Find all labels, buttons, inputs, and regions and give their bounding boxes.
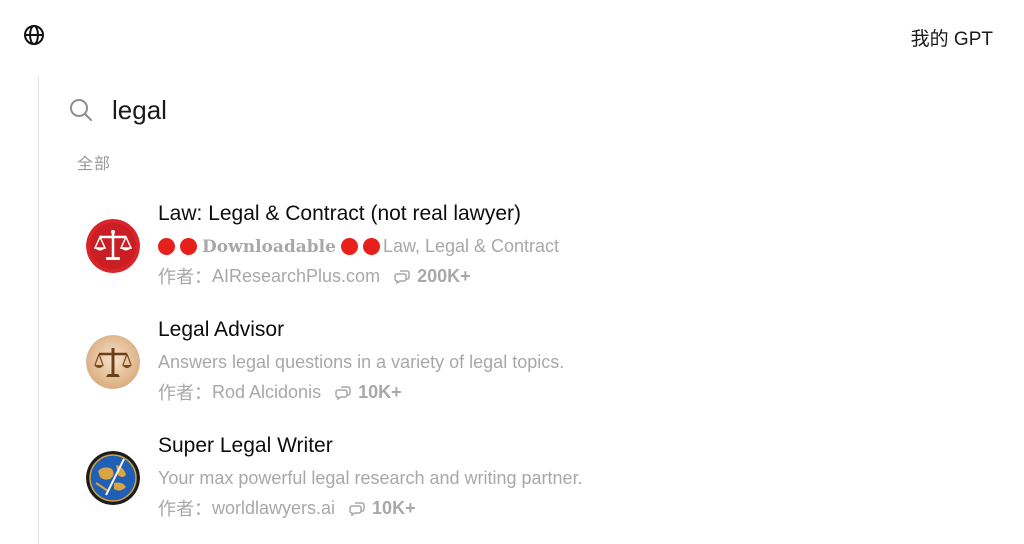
gpt-title: Law: Legal & Contract (not real lawyer) — [158, 202, 521, 225]
gpt-result-item[interactable]: Super Legal Writer Your max powerful leg… — [86, 432, 786, 532]
gpt-description-badge: Downloadable — [202, 236, 336, 257]
chat-bubbles-icon — [335, 385, 351, 400]
globe-quill-icon — [86, 451, 140, 505]
author-prefix: 作者： — [158, 499, 212, 519]
chat-bubbles-icon — [349, 501, 365, 516]
author-name: AIResearchPlus.com — [212, 265, 381, 286]
author-name: worldlawyers.ai — [212, 497, 336, 518]
gpt-meta: 作者： Rod Alcidonis 10K+ — [158, 379, 402, 405]
search-input[interactable] — [112, 94, 512, 126]
gpt-title: Legal Advisor — [158, 318, 285, 341]
chat-count: 10K+ — [372, 497, 416, 518]
gpt-meta: 作者： AIResearchPlus.com 200K+ — [158, 263, 471, 289]
search-bar — [68, 90, 512, 130]
globe-icon[interactable] — [23, 24, 45, 46]
gpt-description: Answers legal questions in a variety of … — [158, 352, 565, 372]
chat-count: 10K+ — [358, 381, 402, 402]
red-circle-icon — [180, 238, 197, 255]
gpt-result-item[interactable]: Legal Advisor Answers legal questions in… — [86, 316, 786, 416]
author-prefix: 作者： — [158, 383, 212, 403]
search-icon — [70, 99, 92, 121]
gpt-description: Downloadable Law, Legal & Contract — [158, 236, 559, 257]
red-circle-icon — [340, 238, 358, 255]
scales-of-justice-bronze-icon — [86, 335, 140, 389]
chat-bubbles-icon — [394, 269, 410, 284]
gpt-title: Super Legal Writer — [158, 434, 333, 457]
gpt-description: Your max powerful legal research and wri… — [158, 468, 583, 488]
chat-count: 200K+ — [417, 265, 471, 286]
red-circle-icon — [362, 238, 380, 255]
my-gpts-link[interactable]: 我的 GPT — [911, 24, 993, 51]
gpt-description-text: Law, Legal & Contract — [382, 236, 560, 256]
section-label-all: 全部 — [77, 156, 112, 173]
divider-line — [38, 76, 39, 544]
scales-of-justice-red-icon — [86, 219, 140, 273]
gpt-result-item[interactable]: Law: Legal & Contract (not real lawyer) … — [86, 200, 786, 300]
author-name: Rod Alcidonis — [212, 381, 322, 402]
red-circle-icon — [158, 238, 175, 255]
author-prefix: 作者： — [158, 267, 212, 287]
gpt-meta: 作者： worldlawyers.ai 10K+ — [158, 495, 416, 521]
